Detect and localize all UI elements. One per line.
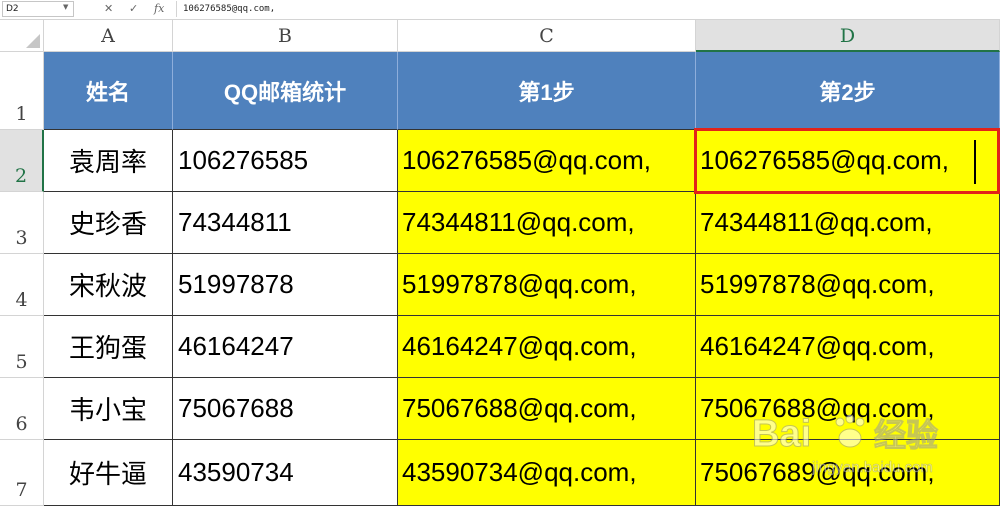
row-header-5[interactable]: 5	[0, 316, 44, 378]
cell-step1[interactable]: 74344811@qq.com,	[398, 192, 696, 254]
header-cell-step1[interactable]: 第1步	[398, 52, 696, 130]
cell-qq[interactable]: 106276585	[173, 130, 398, 192]
chevron-down-icon[interactable]: ▼	[63, 3, 68, 11]
cell-qq[interactable]: 74344811	[173, 192, 398, 254]
cell-name[interactable]: 史珍香	[44, 192, 173, 254]
cell-qq[interactable]: 75067688	[173, 378, 398, 440]
cell-step1[interactable]: 106276585@qq.com,	[398, 130, 696, 192]
watermark-brand: Bai	[752, 413, 811, 455]
cell-step2[interactable]: 51997878@qq.com,	[696, 254, 1000, 316]
cell-name[interactable]: 宋秋波	[44, 254, 173, 316]
row-header-3[interactable]: 3	[0, 192, 44, 254]
cell-qq[interactable]: 43590734	[173, 440, 398, 506]
cell-step1[interactable]: 51997878@qq.com,	[398, 254, 696, 316]
cell-qq[interactable]: 46164247	[173, 316, 398, 378]
column-header-a[interactable]: A	[44, 20, 173, 52]
text-cursor	[974, 140, 976, 184]
cancel-icon[interactable]: ✕	[104, 1, 113, 17]
cell-step1[interactable]: 75067688@qq.com,	[398, 378, 696, 440]
row-header-4[interactable]: 4	[0, 254, 44, 316]
cell-step2[interactable]: 74344811@qq.com,	[696, 192, 1000, 254]
column-header-c[interactable]: C	[398, 20, 696, 52]
cell-name[interactable]: 王狗蛋	[44, 316, 173, 378]
select-all-corner[interactable]	[0, 20, 44, 52]
cell-name[interactable]: 袁周率	[44, 130, 173, 192]
formula-input[interactable]: 106276585@qq.com,	[176, 1, 998, 17]
row-header-6[interactable]: 6	[0, 378, 44, 440]
baidu-jingyan-watermark: Bai 经验 jingyan.baidu.com	[752, 413, 939, 477]
header-cell-step2[interactable]: 第2步	[696, 52, 1000, 130]
row-header-1[interactable]: 1	[0, 52, 44, 130]
cell-name[interactable]: 好牛逼	[44, 440, 173, 506]
insert-function-icon[interactable]: fx	[154, 1, 164, 17]
row-header-7[interactable]: 7	[0, 440, 44, 506]
cell-step1[interactable]: 46164247@qq.com,	[398, 316, 696, 378]
formula-bar: D2 ▼ ✕ ✓ fx 106276585@qq.com,	[0, 0, 1000, 20]
cell-qq[interactable]: 51997878	[173, 254, 398, 316]
header-cell-qq[interactable]: QQ邮箱统计	[173, 52, 398, 130]
row-header-2[interactable]: 2	[0, 130, 44, 192]
cell-name[interactable]: 韦小宝	[44, 378, 173, 440]
cell-step1[interactable]: 43590734@qq.com,	[398, 440, 696, 506]
watermark-url: jingyan.baidu.com	[811, 459, 933, 476]
header-cell-name[interactable]: 姓名	[44, 52, 173, 130]
paw-icon	[835, 414, 865, 448]
cell-step2[interactable]: 46164247@qq.com,	[696, 316, 1000, 378]
cell-step2-active[interactable]: 106276585@qq.com,	[696, 130, 1000, 192]
enter-icon[interactable]: ✓	[129, 1, 138, 17]
watermark-brand2: 经验	[874, 416, 938, 454]
column-header-d[interactable]: D	[696, 20, 1000, 52]
column-header-b[interactable]: B	[173, 20, 398, 52]
